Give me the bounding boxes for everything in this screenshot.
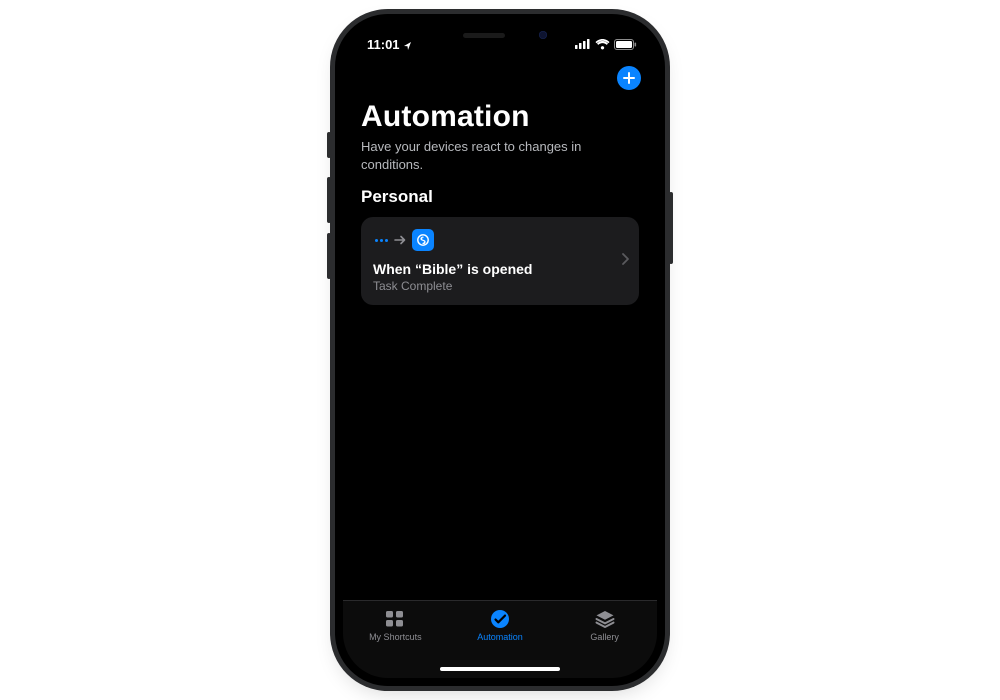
automation-icon	[487, 608, 513, 630]
tab-label: Gallery	[590, 632, 619, 642]
gallery-icon	[592, 608, 618, 630]
mute-switch	[327, 132, 331, 158]
home-indicator[interactable]	[440, 667, 560, 671]
wifi-icon	[595, 39, 610, 50]
plus-icon	[622, 71, 636, 85]
tab-gallery[interactable]: Gallery	[560, 608, 650, 642]
page-subtitle: Have your devices react to changes in co…	[361, 138, 621, 173]
cellular-signal-icon	[575, 39, 591, 49]
phone-frame: 11:01	[338, 17, 662, 683]
volume-up-button	[327, 177, 331, 223]
notch	[420, 22, 580, 48]
tab-automation[interactable]: Automation	[455, 608, 545, 642]
chevron-right-icon	[621, 252, 629, 270]
automation-flow-icons	[373, 229, 627, 251]
front-camera	[539, 31, 547, 39]
section-title-personal: Personal	[361, 187, 639, 207]
location-icon	[403, 39, 413, 49]
page-title: Automation	[361, 100, 639, 134]
automation-card[interactable]: When “Bible” is opened Task Complete	[361, 217, 639, 305]
nav-bar	[343, 62, 657, 98]
main-content: Automation Have your devices react to ch…	[343, 98, 657, 600]
tab-label: Automation	[477, 632, 523, 642]
screen: 11:01	[343, 22, 657, 678]
volume-down-button	[327, 233, 331, 279]
arrow-right-icon	[394, 235, 406, 245]
power-button	[669, 192, 673, 264]
tab-my-shortcuts[interactable]: My Shortcuts	[350, 608, 440, 642]
battery-icon	[614, 39, 637, 50]
automation-subtitle: Task Complete	[373, 279, 627, 293]
grid-icon	[382, 608, 408, 630]
tab-label: My Shortcuts	[369, 632, 422, 642]
add-automation-button[interactable]	[617, 66, 641, 90]
trigger-app-icon	[373, 239, 388, 242]
action-app-icon	[412, 229, 434, 251]
status-time: 11:01	[367, 37, 400, 52]
automation-title: When “Bible” is opened	[373, 261, 627, 277]
earpiece-speaker	[463, 33, 505, 38]
